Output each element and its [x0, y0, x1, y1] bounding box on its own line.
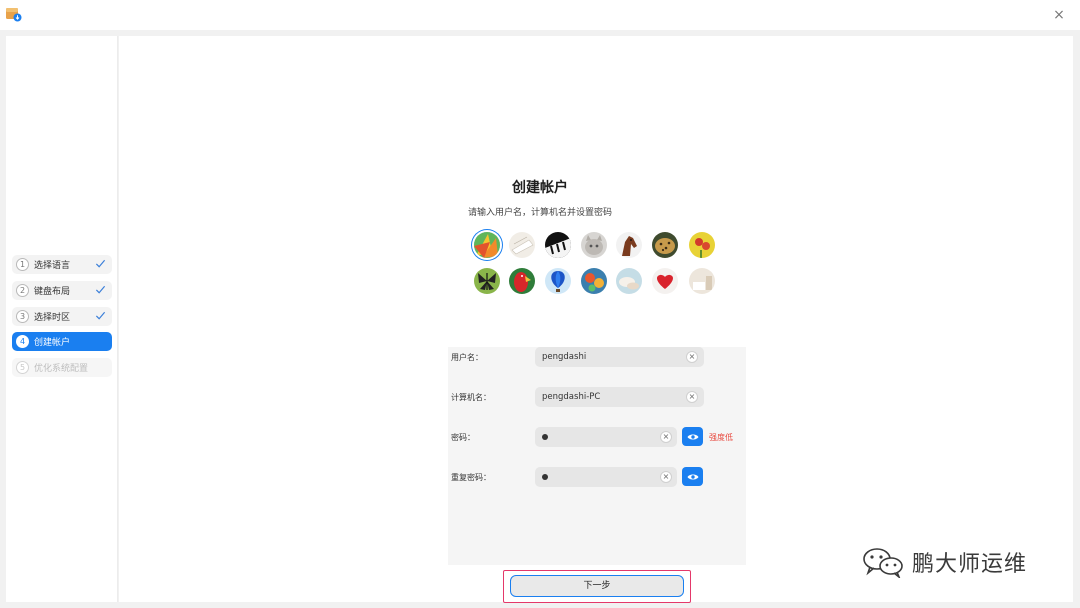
- close-button[interactable]: ×: [1050, 6, 1068, 24]
- clear-username-button[interactable]: ×: [686, 351, 698, 363]
- check-icon: [95, 311, 106, 320]
- avatar-hot-air-balloon[interactable]: [545, 268, 571, 294]
- step-label: 创建帐户: [34, 338, 71, 348]
- steps-sidebar: 1 选择语言 2 键盘布局 3 选择时区 4 创建帐户 5 优化系统配置: [6, 36, 118, 602]
- show-repeat-password-button[interactable]: [682, 467, 703, 486]
- step-label: 选择语言: [34, 261, 71, 271]
- step-select-language[interactable]: 1 选择语言: [12, 255, 112, 274]
- avatar-room[interactable]: [689, 268, 715, 294]
- check-icon: [95, 259, 106, 268]
- password-field[interactable]: [535, 427, 677, 447]
- watermark-text: 鹏大师运维: [912, 552, 1028, 577]
- clear-computer-name-button[interactable]: ×: [686, 391, 698, 403]
- avatar-horse[interactable]: [616, 232, 642, 258]
- avatar-red-heart[interactable]: [652, 268, 678, 294]
- step-number: 3: [16, 310, 29, 323]
- step-keyboard-layout[interactable]: 2 键盘布局: [12, 281, 112, 300]
- step-select-timezone[interactable]: 3 选择时区: [12, 307, 112, 326]
- avatar-hot-air-balloons[interactable]: [581, 268, 607, 294]
- password-strength: 强度低: [709, 433, 733, 442]
- next-button[interactable]: 下一步: [510, 575, 684, 597]
- avatar-flower-petals[interactable]: [474, 232, 500, 258]
- title-bar: ×: [0, 0, 1080, 30]
- check-icon: [95, 285, 106, 294]
- step-label: 优化系统配置: [34, 364, 89, 374]
- show-password-button[interactable]: [682, 427, 703, 446]
- page-title: 创建帐户: [512, 180, 568, 196]
- step-optimize-config: 5 优化系统配置: [12, 358, 112, 377]
- wechat-icon: [863, 548, 903, 578]
- step-label: 键盘布局: [34, 287, 71, 297]
- watermark: 鹏大师运维: [862, 545, 1027, 579]
- avatar-leopard[interactable]: [652, 232, 678, 258]
- avatar-parrot[interactable]: [509, 268, 535, 294]
- step-create-account[interactable]: 4 创建帐户: [12, 332, 112, 351]
- password-label: 密码：: [451, 433, 475, 442]
- step-label: 选择时区: [34, 313, 71, 323]
- avatar-cat[interactable]: [581, 232, 607, 258]
- computer-name-field[interactable]: pengdashi-PC: [535, 387, 704, 407]
- eye-icon: [687, 473, 698, 480]
- password-mask: [542, 474, 548, 480]
- password-mask: [542, 434, 548, 440]
- avatar-seashells[interactable]: [616, 268, 642, 294]
- avatar-yellow-flower[interactable]: [689, 232, 715, 258]
- avatar-butterfly[interactable]: [474, 268, 500, 294]
- avatar-paper[interactable]: [509, 232, 535, 258]
- step-number: 1: [16, 258, 29, 271]
- repeat-password-label: 重复密码：: [451, 473, 491, 482]
- page-subtitle: 请输入用户名，计算机名并设置密码: [467, 208, 612, 218]
- clear-password-button[interactable]: ×: [660, 431, 672, 443]
- username-field[interactable]: pengdashi: [535, 347, 704, 367]
- username-label: 用户名：: [451, 353, 483, 362]
- step-number: 5: [16, 361, 29, 374]
- eye-icon: [687, 433, 698, 440]
- clear-repeat-password-button[interactable]: ×: [660, 471, 672, 483]
- installer-package-icon: [6, 6, 22, 22]
- account-form: [448, 347, 746, 565]
- next-button-highlight: 下一步: [503, 570, 691, 603]
- computer-name-label: 计算机名：: [451, 393, 491, 402]
- step-number: 4: [16, 335, 29, 348]
- avatar-piano-keys[interactable]: [545, 232, 571, 258]
- step-number: 2: [16, 284, 29, 297]
- repeat-password-field[interactable]: [535, 467, 677, 487]
